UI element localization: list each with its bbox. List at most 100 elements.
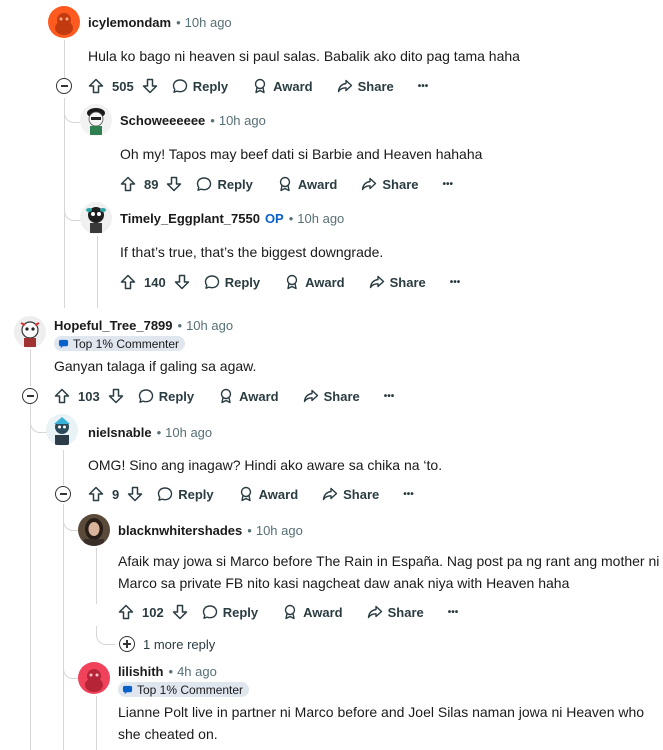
avatar-image — [46, 414, 78, 446]
vote-count: 102 — [142, 604, 164, 620]
award-icon — [240, 486, 251, 502]
timestamp[interactable]: 10h ago — [185, 15, 232, 30]
award-button[interactable]: Award — [277, 176, 338, 192]
collapse-toggle-icon[interactable] — [22, 388, 38, 404]
comment-meta: Timely_Eggplant_7550 OP • 10h ago — [120, 211, 344, 226]
more-replies-button[interactable]: 1 more reply — [119, 636, 215, 652]
timestamp[interactable]: 10h ago — [219, 113, 266, 128]
award-label: Award — [273, 78, 313, 94]
downvote-button[interactable] — [142, 78, 158, 94]
reply-label: Reply — [222, 604, 259, 620]
upvote-button[interactable] — [120, 176, 136, 192]
more-options-icon: ••• — [417, 80, 429, 92]
downvote-button[interactable] — [172, 604, 188, 620]
award-button[interactable]: Award — [282, 604, 343, 620]
vote-count: 140 — [144, 274, 166, 290]
collapse-toggle-icon[interactable] — [56, 78, 72, 94]
username[interactable]: blacknwhitershades — [118, 523, 242, 538]
comment-meta: blacknwhitershades • 10h ago — [118, 523, 303, 538]
vote-count: 9 — [112, 486, 120, 502]
username[interactable]: lilishith — [118, 664, 164, 679]
separator-dot: • — [210, 113, 215, 128]
award-button[interactable]: Award — [284, 274, 345, 290]
avatar[interactable] — [80, 104, 112, 136]
username[interactable]: Hopeful_Tree_7899 — [54, 318, 173, 333]
comment-text: Oh my! Tapos may beef dati si Barbie and… — [120, 146, 483, 162]
username[interactable]: nielsnable — [88, 425, 152, 440]
share-button[interactable]: Share — [303, 388, 360, 404]
more-options-button[interactable]: ••• — [450, 277, 461, 288]
vote-count: 89 — [144, 176, 159, 192]
timestamp[interactable]: 4h ago — [177, 664, 217, 679]
upvote-button[interactable] — [88, 78, 104, 94]
reply-label: Reply — [192, 78, 229, 94]
comment-meta: icylemondam • 10h ago — [88, 15, 232, 30]
reply-icon — [204, 275, 219, 289]
reply-button[interactable]: Reply — [172, 78, 228, 94]
reply-icon — [158, 487, 173, 501]
username[interactable]: Timely_Eggplant_7550 — [120, 211, 260, 226]
downvote-button[interactable] — [166, 176, 182, 192]
timestamp[interactable]: 10h ago — [186, 318, 233, 333]
share-button[interactable]: Share — [337, 78, 394, 94]
award-icon — [220, 388, 232, 404]
upvote-button[interactable] — [120, 274, 136, 290]
avatar[interactable] — [78, 662, 110, 694]
downvote-button[interactable] — [127, 486, 143, 502]
avatar-image — [80, 202, 112, 234]
timestamp[interactable]: 10h ago — [165, 425, 212, 440]
avatar[interactable] — [46, 414, 78, 446]
username[interactable]: Schoweeeeee — [120, 113, 205, 128]
comment-text-line: Afaik may jowa si Marco before The Rain … — [118, 553, 660, 569]
more-options-button[interactable]: ••• — [384, 391, 395, 402]
share-button[interactable]: Share — [322, 486, 379, 502]
comment-actions: 505 Reply Award Share ••• — [88, 73, 428, 99]
share-label: Share — [389, 274, 426, 290]
more-options-button[interactable]: ••• — [443, 179, 454, 190]
avatar[interactable] — [14, 316, 46, 348]
avatar[interactable] — [48, 6, 80, 38]
comment-text-line: she cheated on. — [118, 726, 218, 742]
avatar[interactable] — [78, 514, 110, 546]
avatar-image — [80, 104, 112, 136]
award-button[interactable]: Award — [218, 388, 279, 404]
reply-button[interactable]: Reply — [202, 604, 258, 620]
share-label: Share — [387, 604, 424, 620]
upvote-button[interactable] — [54, 388, 70, 404]
upvote-button[interactable] — [88, 486, 104, 502]
award-button[interactable]: Award — [252, 78, 313, 94]
more-options-button[interactable]: ••• — [418, 81, 429, 92]
reply-button[interactable]: Reply — [157, 486, 214, 502]
plus-circle-icon — [119, 636, 135, 652]
reply-label: Reply — [217, 176, 253, 192]
share-button[interactable]: Share — [367, 604, 424, 620]
reply-button[interactable]: Reply — [204, 274, 260, 290]
downvote-button[interactable] — [174, 274, 190, 290]
more-options-button[interactable]: ••• — [403, 489, 414, 500]
reply-label: Reply — [178, 486, 214, 502]
timestamp[interactable]: 10h ago — [297, 211, 344, 226]
award-button[interactable]: Award — [238, 486, 298, 502]
share-button[interactable]: Share — [361, 176, 419, 192]
username[interactable]: icylemondam — [88, 15, 171, 30]
comment-text-line: Marco sa private FB nito kasi nagcheat d… — [118, 575, 570, 591]
collapse-toggle-icon[interactable] — [55, 486, 71, 502]
share-button[interactable]: Share — [369, 274, 426, 290]
avatar[interactable] — [80, 202, 112, 234]
more-replies-label: 1 more reply — [143, 636, 216, 652]
separator-dot: • — [247, 523, 252, 538]
comment-text: Hula ko bago ni heaven si paul salas. Ba… — [88, 48, 520, 64]
top-commenter-badge: Top 1% Commenter — [54, 336, 186, 351]
more-options-button[interactable]: ••• — [448, 607, 459, 618]
reply-button[interactable]: Reply — [138, 388, 194, 404]
share-icon — [369, 275, 384, 289]
avatar-image — [14, 316, 46, 348]
reply-button[interactable]: Reply — [196, 176, 253, 192]
timestamp[interactable]: 10h ago — [256, 523, 303, 538]
vote-count: 505 — [112, 78, 134, 94]
share-icon — [303, 389, 318, 403]
downvote-button[interactable] — [108, 388, 124, 404]
award-label: Award — [297, 176, 338, 192]
share-icon — [367, 605, 382, 619]
upvote-button[interactable] — [118, 604, 134, 620]
